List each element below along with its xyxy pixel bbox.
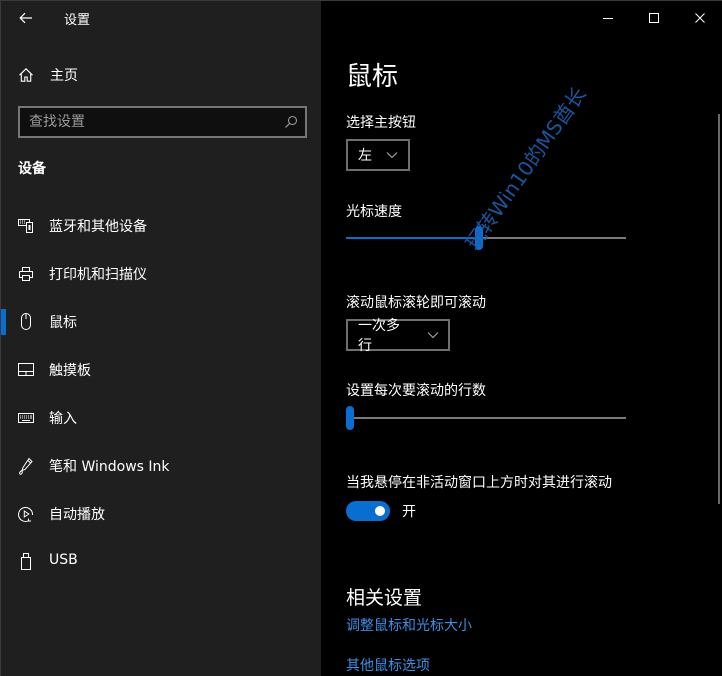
autoplay-icon — [18, 506, 34, 522]
scroll-mode-dropdown[interactable]: 一次多行 — [346, 318, 450, 354]
keyboard-icon — [18, 410, 34, 426]
sidebar-item-label: 鼠标 — [49, 315, 77, 331]
search-input[interactable] — [20, 108, 277, 136]
lines-to-scroll-label: 设置每次要滚动的行数 — [346, 383, 486, 399]
settings-window: 设置 主页 设备 蓝牙和其他设备 打印机和扫描仪 — [0, 0, 722, 676]
sidebar-item-label: USB — [49, 552, 78, 568]
scrollbar[interactable] — [718, 114, 720, 504]
chevron-down-icon — [427, 331, 439, 339]
slider-track — [346, 417, 626, 419]
related-settings-title: 相关设置 — [346, 587, 423, 609]
maximize-button[interactable] — [631, 1, 677, 35]
section-title: 设备 — [18, 161, 46, 177]
primary-button-value: 左 — [358, 148, 372, 164]
scroll-mode-value: 一次多行 — [358, 318, 400, 354]
toggle-state-label: 开 — [402, 504, 416, 520]
slider-thumb[interactable] — [346, 406, 354, 430]
sidebar-item-autoplay[interactable]: 自动播放 — [1, 490, 321, 538]
additional-mouse-options-link[interactable]: 其他鼠标选项 — [346, 655, 430, 675]
app-title: 设置 — [64, 13, 91, 28]
sidebar-item-touchpad[interactable]: 触摸板 — [1, 346, 321, 394]
selection-indicator — [1, 309, 6, 335]
lines-to-scroll-slider[interactable] — [346, 406, 626, 430]
chevron-down-icon — [386, 151, 398, 159]
sidebar-item-label: 打印机和扫描仪 — [49, 267, 147, 283]
sidebar-item-label: 蓝牙和其他设备 — [49, 219, 147, 235]
sidebar-item-usb[interactable]: USB — [1, 538, 321, 586]
back-arrow-icon — [19, 12, 32, 24]
scroll-mode-label: 滚动鼠标滚轮即可滚动 — [346, 295, 486, 311]
toggle-knob — [375, 506, 385, 516]
back-button[interactable] — [9, 3, 43, 33]
nav-list: 蓝牙和其他设备 打印机和扫描仪 鼠标 触摸板 输入 笔和 Windows Ink… — [1, 202, 321, 586]
sidebar-item-label: 输入 — [49, 411, 77, 427]
sidebar-item-bluetooth[interactable]: 蓝牙和其他设备 — [1, 202, 321, 250]
usb-icon — [18, 553, 34, 570]
minimize-icon — [603, 18, 613, 19]
close-icon — [695, 13, 705, 23]
maximize-icon — [649, 13, 659, 23]
minimize-button[interactable] — [585, 1, 631, 35]
pen-icon — [18, 457, 34, 475]
sidebar-item-pen[interactable]: 笔和 Windows Ink — [1, 442, 321, 490]
main-content: 鼠标 选择主按钮 左 光标速度 滚动鼠标滚轮即可滚动 一次多行 设置每次要滚动的… — [321, 1, 722, 676]
printer-icon — [18, 266, 34, 282]
primary-button-label: 选择主按钮 — [346, 115, 416, 131]
page-title: 鼠标 — [346, 62, 399, 92]
inactive-scroll-toggle[interactable] — [346, 501, 390, 521]
slider-fill — [346, 237, 479, 239]
close-button[interactable] — [677, 1, 722, 35]
window-controls — [585, 1, 722, 35]
cursor-speed-label: 光标速度 — [346, 204, 402, 220]
mouse-icon — [18, 313, 34, 330]
search-icon[interactable] — [277, 108, 305, 136]
sidebar-item-printers[interactable]: 打印机和扫描仪 — [1, 250, 321, 298]
sidebar-item-mouse[interactable]: 鼠标 — [1, 298, 321, 346]
inactive-scroll-row: 开 — [346, 501, 416, 521]
sidebar: 设置 主页 设备 蓝牙和其他设备 打印机和扫描仪 — [1, 1, 321, 676]
sidebar-item-label: 笔和 Windows Ink — [49, 459, 170, 475]
slider-thumb[interactable] — [474, 226, 483, 250]
bluetooth-devices-icon — [18, 218, 34, 234]
sidebar-item-typing[interactable]: 输入 — [1, 394, 321, 442]
sidebar-item-label: 自动播放 — [49, 507, 105, 523]
inactive-scroll-label: 当我悬停在非活动窗口上方时对其进行滚动 — [346, 475, 612, 491]
home-label: 主页 — [50, 68, 78, 84]
search-box — [18, 106, 307, 138]
home-icon — [19, 68, 33, 82]
touchpad-icon — [18, 362, 34, 378]
adjust-mouse-cursor-size-link[interactable]: 调整鼠标和光标大小 — [346, 615, 472, 635]
sidebar-item-label: 触摸板 — [49, 363, 91, 379]
sidebar-item-home[interactable]: 主页 — [1, 59, 321, 91]
cursor-speed-slider[interactable] — [346, 226, 626, 250]
primary-button-dropdown[interactable]: 左 — [346, 139, 410, 171]
